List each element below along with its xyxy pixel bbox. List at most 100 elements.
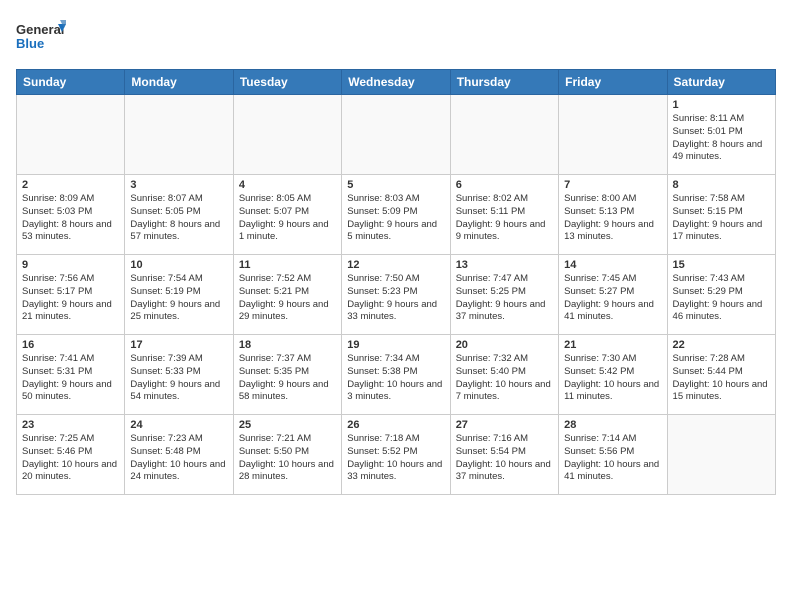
day-header-friday: Friday — [559, 70, 667, 95]
day-cell — [342, 95, 450, 175]
day-number: 17 — [130, 339, 227, 351]
page: General Blue SundayMondayTuesdayWednesda… — [0, 0, 792, 612]
header: General Blue — [16, 16, 776, 61]
day-number: 21 — [564, 339, 661, 351]
day-number: 22 — [673, 339, 770, 351]
day-cell: 8Sunrise: 7:58 AM Sunset: 5:15 PM Daylig… — [667, 175, 775, 255]
day-number: 24 — [130, 419, 227, 431]
day-header-monday: Monday — [125, 70, 233, 95]
svg-text:General: General — [16, 22, 64, 37]
day-number: 23 — [22, 419, 119, 431]
day-info: Sunrise: 7:41 AM Sunset: 5:31 PM Dayligh… — [22, 353, 119, 404]
day-header-saturday: Saturday — [667, 70, 775, 95]
day-header-sunday: Sunday — [17, 70, 125, 95]
day-info: Sunrise: 7:25 AM Sunset: 5:46 PM Dayligh… — [22, 433, 119, 484]
day-cell: 16 Sunrise: 7:41 AM Sunset: 5:31 PM Dayli… — [17, 335, 125, 415]
day-number: 2 — [22, 179, 119, 191]
day-info: Sunrise: 7:21 AM Sunset: 5:50 PM Dayligh… — [239, 433, 336, 484]
day-info: Sunrise: 8:09 AM Sunset: 5:03 PM Dayligh… — [22, 193, 119, 244]
day-info: Sunrise: 8:02 AM Sunset: 5:11 PM Dayligh… — [456, 193, 553, 244]
day-number: 1 — [673, 99, 770, 111]
week-row-4: 16 Sunrise: 7:41 AM Sunset: 5:31 PM Dayli… — [17, 335, 776, 415]
day-number: 28 — [564, 419, 661, 431]
day-cell: 4 Sunrise: 8:05 AM Sunset: 5:07 PM Daylig… — [233, 175, 341, 255]
day-cell — [17, 95, 125, 175]
day-cell: 11 Sunrise: 7:52 AM Sunset: 5:21 PM Dayli… — [233, 255, 341, 335]
day-number: 10 — [130, 259, 227, 271]
day-cell: 9 Sunrise: 7:56 AM Sunset: 5:17 PM Daylig… — [17, 255, 125, 335]
day-cell: 5 Sunrise: 8:03 AM Sunset: 5:09 PM Daylig… — [342, 175, 450, 255]
day-number: 13 — [456, 259, 553, 271]
day-cell — [667, 415, 775, 495]
day-cell: 17 Sunrise: 7:39 AM Sunset: 5:33 PM Dayli… — [125, 335, 233, 415]
day-cell — [450, 95, 558, 175]
day-number: 11 — [239, 259, 336, 271]
day-cell: 1 Sunrise: 8:11 AM Sunset: 5:01 PM Daylig… — [667, 95, 775, 175]
day-info: Sunrise: 7:28 AM Sunset: 5:44 PM Dayligh… — [673, 353, 770, 404]
day-cell: 12 Sunrise: 7:50 AM Sunset: 5:23 PM Dayli… — [342, 255, 450, 335]
day-number: 12 — [347, 259, 444, 271]
week-row-5: 23 Sunrise: 7:25 AM Sunset: 5:46 PM Dayli… — [17, 415, 776, 495]
day-info: Sunrise: 8:03 AM Sunset: 5:09 PM Dayligh… — [347, 193, 444, 244]
day-cell — [233, 95, 341, 175]
day-number: 20 — [456, 339, 553, 351]
day-number: 6 — [456, 179, 553, 191]
day-info: Sunrise: 7:52 AM Sunset: 5:21 PM Dayligh… — [239, 273, 336, 324]
day-info: Sunrise: 7:37 AM Sunset: 5:35 PM Dayligh… — [239, 353, 336, 404]
day-info: Sunrise: 7:30 AM Sunset: 5:42 PM Dayligh… — [564, 353, 661, 404]
day-info: Sunrise: 7:18 AM Sunset: 5:52 PM Dayligh… — [347, 433, 444, 484]
day-info: Sunrise: 8:07 AM Sunset: 5:05 PM Dayligh… — [130, 193, 227, 244]
day-info: Sunrise: 7:32 AM Sunset: 5:40 PM Dayligh… — [456, 353, 553, 404]
day-info: Sunrise: 7:50 AM Sunset: 5:23 PM Dayligh… — [347, 273, 444, 324]
day-info: Sunrise: 8:11 AM Sunset: 5:01 PM Dayligh… — [673, 113, 770, 164]
day-cell: 2 Sunrise: 8:09 AM Sunset: 5:03 PM Daylig… — [17, 175, 125, 255]
day-number: 15 — [673, 259, 770, 271]
day-info: Sunrise: 7:39 AM Sunset: 5:33 PM Dayligh… — [130, 353, 227, 404]
logo-icon: General Blue — [16, 16, 66, 56]
day-cell: 15 Sunrise: 7:43 AM Sunset: 5:29 PM Dayli… — [667, 255, 775, 335]
day-cell: 13 Sunrise: 7:47 AM Sunset: 5:25 PM Dayli… — [450, 255, 558, 335]
day-number: 16 — [22, 339, 119, 351]
day-number: 25 — [239, 419, 336, 431]
day-cell: 7 Sunrise: 8:00 AM Sunset: 5:13 PM Daylig… — [559, 175, 667, 255]
day-cell: 21 Sunrise: 7:30 AM Sunset: 5:42 PM Dayli… — [559, 335, 667, 415]
day-info: Sunrise: 7:43 AM Sunset: 5:29 PM Dayligh… — [673, 273, 770, 324]
day-number: 19 — [347, 339, 444, 351]
day-cell: 25 Sunrise: 7:21 AM Sunset: 5:50 PM Dayli… — [233, 415, 341, 495]
day-number: 7 — [564, 179, 661, 191]
day-cell: 22 Sunrise: 7:28 AM Sunset: 5:44 PM Dayli… — [667, 335, 775, 415]
day-number: 9 — [22, 259, 119, 271]
day-number: 26 — [347, 419, 444, 431]
calendar: SundayMondayTuesdayWednesdayThursdayFrid… — [16, 69, 776, 495]
day-cell: 20 Sunrise: 7:32 AM Sunset: 5:40 PM Dayli… — [450, 335, 558, 415]
day-info: Sunrise: 7:34 AM Sunset: 5:38 PM Dayligh… — [347, 353, 444, 404]
day-number: 4 — [239, 179, 336, 191]
logo: General Blue — [16, 16, 66, 61]
day-header-thursday: Thursday — [450, 70, 558, 95]
day-info: Sunrise: 7:23 AM Sunset: 5:48 PM Dayligh… — [130, 433, 227, 484]
day-number: 27 — [456, 419, 553, 431]
day-cell: 24 Sunrise: 7:23 AM Sunset: 5:48 PM Dayli… — [125, 415, 233, 495]
week-row-3: 9 Sunrise: 7:56 AM Sunset: 5:17 PM Daylig… — [17, 255, 776, 335]
week-row-1: 1 Sunrise: 8:11 AM Sunset: 5:01 PM Daylig… — [17, 95, 776, 175]
calendar-header-row: SundayMondayTuesdayWednesdayThursdayFrid… — [17, 70, 776, 95]
day-info: Sunrise: 7:14 AM Sunset: 5:56 PM Dayligh… — [564, 433, 661, 484]
day-number: 5 — [347, 179, 444, 191]
day-info: Sunrise: 7:47 AM Sunset: 5:25 PM Dayligh… — [456, 273, 553, 324]
week-row-2: 2 Sunrise: 8:09 AM Sunset: 5:03 PM Daylig… — [17, 175, 776, 255]
day-info: Sunrise: 8:05 AM Sunset: 5:07 PM Dayligh… — [239, 193, 336, 244]
day-cell — [559, 95, 667, 175]
day-cell: 6 Sunrise: 8:02 AM Sunset: 5:11 PM Daylig… — [450, 175, 558, 255]
day-cell: 26 Sunrise: 7:18 AM Sunset: 5:52 PM Dayli… — [342, 415, 450, 495]
day-info: Sunrise: 7:54 AM Sunset: 5:19 PM Dayligh… — [130, 273, 227, 324]
svg-text:Blue: Blue — [16, 36, 44, 51]
day-cell: 18 Sunrise: 7:37 AM Sunset: 5:35 PM Dayli… — [233, 335, 341, 415]
day-number: 18 — [239, 339, 336, 351]
day-header-wednesday: Wednesday — [342, 70, 450, 95]
day-info: Sunrise: 8:00 AM Sunset: 5:13 PM Dayligh… — [564, 193, 661, 244]
day-info: Sunrise: 7:45 AM Sunset: 5:27 PM Dayligh… — [564, 273, 661, 324]
day-cell: 28 Sunrise: 7:14 AM Sunset: 5:56 PM Dayli… — [559, 415, 667, 495]
day-number: 8 — [673, 179, 770, 191]
day-info: Sunrise: 7:16 AM Sunset: 5:54 PM Dayligh… — [456, 433, 553, 484]
day-info: Sunrise: 7:56 AM Sunset: 5:17 PM Dayligh… — [22, 273, 119, 324]
